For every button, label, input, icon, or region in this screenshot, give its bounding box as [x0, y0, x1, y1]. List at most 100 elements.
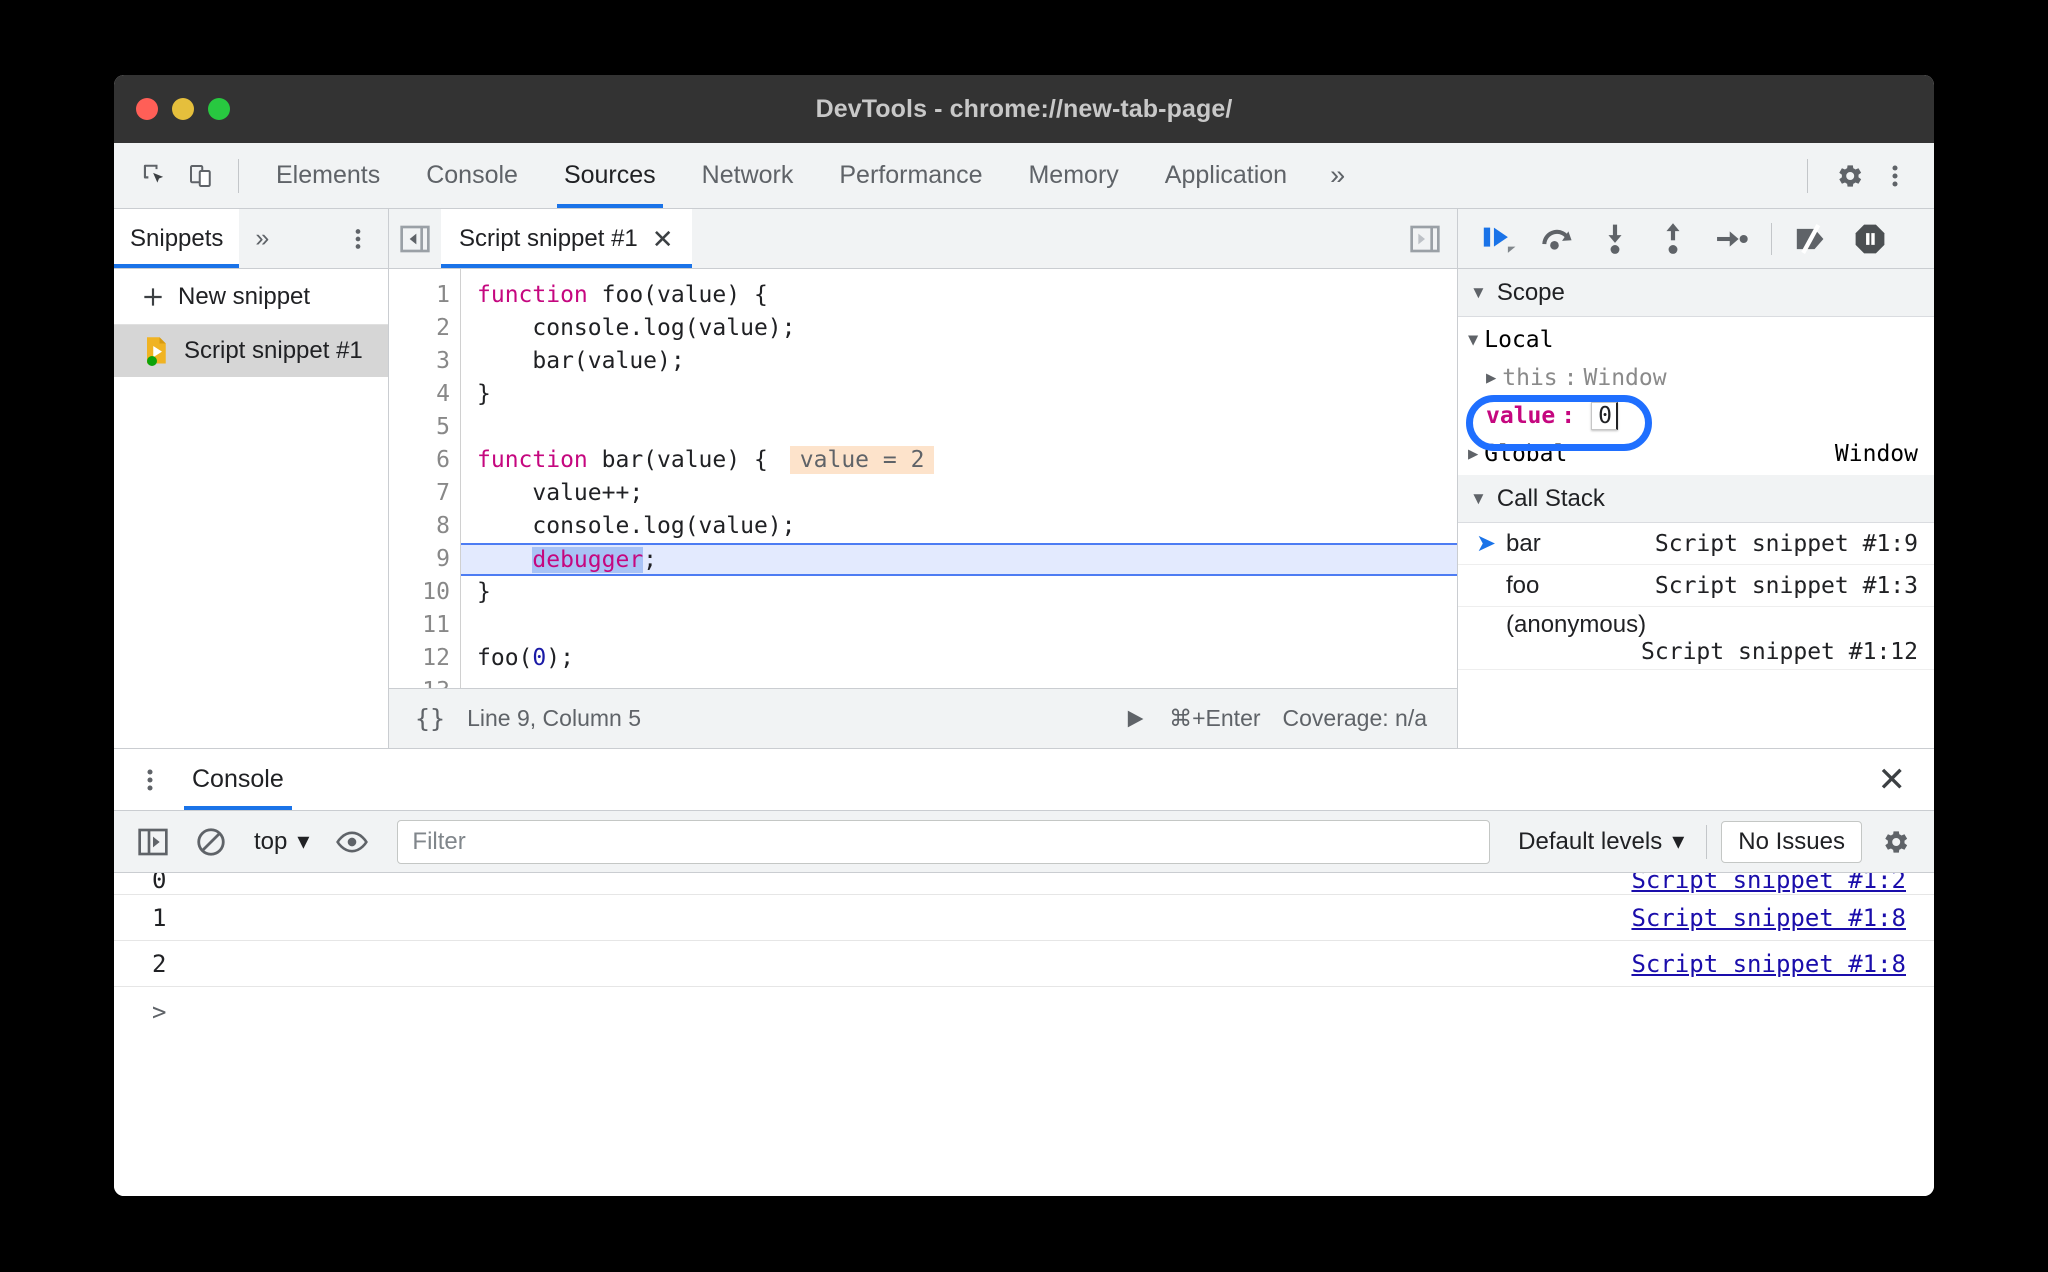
inline-value-hint: value = 2 — [789, 446, 935, 474]
kebab-menu-icon[interactable] — [1872, 153, 1918, 199]
console-message-text: 0 — [152, 873, 167, 894]
tab-application[interactable]: Application — [1142, 143, 1310, 208]
console-filter-input[interactable]: Filter — [397, 819, 1491, 864]
show-debugger-icon[interactable] — [1409, 224, 1457, 254]
gear-icon[interactable] — [1870, 819, 1920, 865]
navigator-tab-snippets[interactable]: Snippets — [114, 209, 240, 268]
step-over-next-function-call-icon[interactable] — [1530, 216, 1584, 262]
line-number: 10 — [422, 579, 450, 605]
chevron-down-icon: ▼ — [1468, 329, 1479, 350]
console-message-source-link[interactable]: Script snippet #1:2 — [1631, 873, 1934, 894]
drawer-tab-console[interactable]: Console — [184, 749, 292, 810]
console-message-source-link[interactable]: Script snippet #1:8 — [1631, 904, 1934, 932]
frame-name: bar — [1506, 529, 1541, 557]
deactivate-breakpoints-icon[interactable] — [1785, 216, 1839, 262]
code-line[interactable] — [461, 411, 1457, 444]
code-token: } — [477, 381, 491, 407]
more-tabs-icon[interactable]: » — [1310, 143, 1365, 208]
issues-button[interactable]: No Issues — [1721, 820, 1862, 863]
code-line[interactable]: debugger; — [461, 543, 1457, 576]
tab-elements[interactable]: Elements — [253, 143, 403, 208]
call-stack-frame[interactable]: ➤ bar Script snippet #1:9 — [1458, 523, 1934, 565]
navigator-item-script-snippet-1[interactable]: Script snippet #1 — [114, 325, 388, 377]
chevron-right-icon[interactable]: ▶ — [1486, 369, 1496, 387]
scope-property-separator: : — [1561, 403, 1576, 429]
line-number: 8 — [436, 513, 450, 539]
code-line[interactable]: } — [461, 378, 1457, 411]
scope-section-header[interactable]: ▼ Scope — [1458, 269, 1934, 317]
step-into-next-function-call-icon[interactable] — [1588, 216, 1642, 262]
call-stack-section-header[interactable]: ▼ Call Stack — [1458, 475, 1934, 523]
console-message[interactable]: 0 Script snippet #1:2 — [114, 873, 1934, 895]
code-line[interactable]: console.log(value); — [461, 312, 1457, 345]
navigator-kebab-icon[interactable] — [328, 224, 388, 254]
resume-script-execution-icon[interactable] — [1472, 216, 1526, 262]
log-levels-selector[interactable]: Default levels ▾ — [1510, 827, 1692, 856]
scope-group-local[interactable]: ▼ Local — [1458, 321, 1934, 359]
code-line[interactable]: function bar(value) {value = 2 — [461, 444, 1457, 477]
editor-tab-script-snippet-1[interactable]: Script snippet #1 ✕ — [441, 209, 692, 268]
editor-tab-label: Script snippet #1 — [459, 224, 638, 252]
execution-context-selector[interactable]: top ▾ — [244, 827, 319, 856]
scope-property-this[interactable]: ▶ this: Window — [1458, 359, 1934, 397]
scope-group-label: Global — [1484, 441, 1568, 467]
console-message[interactable]: 1 Script snippet #1:8 — [114, 895, 1934, 941]
minimize-window-button[interactable] — [172, 98, 194, 120]
pretty-print-icon[interactable]: {} — [389, 704, 467, 733]
show-navigator-icon[interactable] — [389, 224, 441, 254]
code-line[interactable]: bar(value); — [461, 345, 1457, 378]
console-message-source-link[interactable]: Script snippet #1:8 — [1631, 950, 1934, 978]
current-frame-arrow-icon: ➤ — [1476, 530, 1497, 557]
call-stack-frame[interactable]: (anonymous) Script snippet #1:12 — [1458, 607, 1934, 670]
inspect-element-icon[interactable] — [132, 153, 178, 199]
console-prompt[interactable]: > — [114, 987, 1934, 1037]
code-line[interactable] — [461, 609, 1457, 642]
step-out-of-current-function-icon[interactable] — [1646, 216, 1700, 262]
close-window-button[interactable] — [136, 98, 158, 120]
code-editor[interactable]: 1 2 3 4 5 6 7 8 9 10 11 12 13 funct — [389, 269, 1457, 688]
code-token: 0 — [532, 645, 547, 671]
code-token: bar(value) { — [587, 447, 768, 473]
code-lines: function foo(value) { console.log(value)… — [461, 269, 1457, 688]
device-toolbar-icon[interactable] — [178, 153, 224, 199]
code-line[interactable] — [461, 675, 1457, 688]
code-line[interactable]: function foo(value) { — [461, 279, 1457, 312]
call-stack-title: Call Stack — [1496, 484, 1605, 512]
chevron-down-icon: ▾ — [1672, 828, 1685, 855]
tab-console[interactable]: Console — [403, 143, 541, 208]
scope-property-value-row[interactable]: value: 0 — [1458, 397, 1934, 435]
new-snippet-button[interactable]: New snippet — [114, 269, 388, 325]
line-number: 12 — [422, 645, 450, 671]
pause-on-exceptions-icon[interactable] — [1843, 216, 1897, 262]
sources-panel: Snippets » New snippet Script snippet #1… — [114, 209, 1934, 748]
console-message[interactable]: 2 Script snippet #1:8 — [114, 941, 1934, 987]
scope-group-global[interactable]: ▶ Global Window — [1458, 435, 1934, 473]
code-line[interactable]: foo(0); — [461, 642, 1457, 675]
code-line[interactable]: } — [461, 576, 1457, 609]
live-expression-icon[interactable] — [327, 819, 377, 865]
step-icon[interactable] — [1704, 216, 1758, 262]
gear-icon[interactable] — [1826, 153, 1872, 199]
code-line[interactable]: console.log(value); — [461, 510, 1457, 543]
tab-performance[interactable]: Performance — [816, 143, 1005, 208]
main-toolbar-right — [1789, 153, 1934, 199]
filter-placeholder: Filter — [412, 827, 466, 855]
close-icon[interactable]: ✕ — [1878, 763, 1935, 797]
clear-console-icon[interactable] — [186, 819, 236, 865]
close-icon[interactable]: ✕ — [652, 226, 674, 252]
drawer-kebab-icon[interactable] — [114, 764, 184, 796]
console-prompt-symbol: > — [152, 998, 167, 1026]
tab-sources[interactable]: Sources — [541, 143, 679, 208]
run-snippet-icon[interactable] — [1123, 707, 1147, 731]
execution-context-label: top — [254, 827, 288, 855]
chevron-right-icon[interactable]: ▶ — [1468, 445, 1478, 463]
code-line[interactable]: value++; — [461, 477, 1457, 510]
tab-network[interactable]: Network — [679, 143, 817, 208]
tab-memory[interactable]: Memory — [1005, 143, 1141, 208]
call-stack-frame[interactable]: foo Script snippet #1:3 — [1458, 565, 1934, 607]
zoom-window-button[interactable] — [208, 98, 230, 120]
navigator-more-tabs-icon[interactable]: » — [239, 224, 285, 253]
console-sidebar-icon[interactable] — [128, 819, 178, 865]
editor-status-right: ⌘+Enter Coverage: n/a — [1123, 705, 1457, 732]
scope-value-input[interactable]: 0 — [1591, 402, 1618, 430]
